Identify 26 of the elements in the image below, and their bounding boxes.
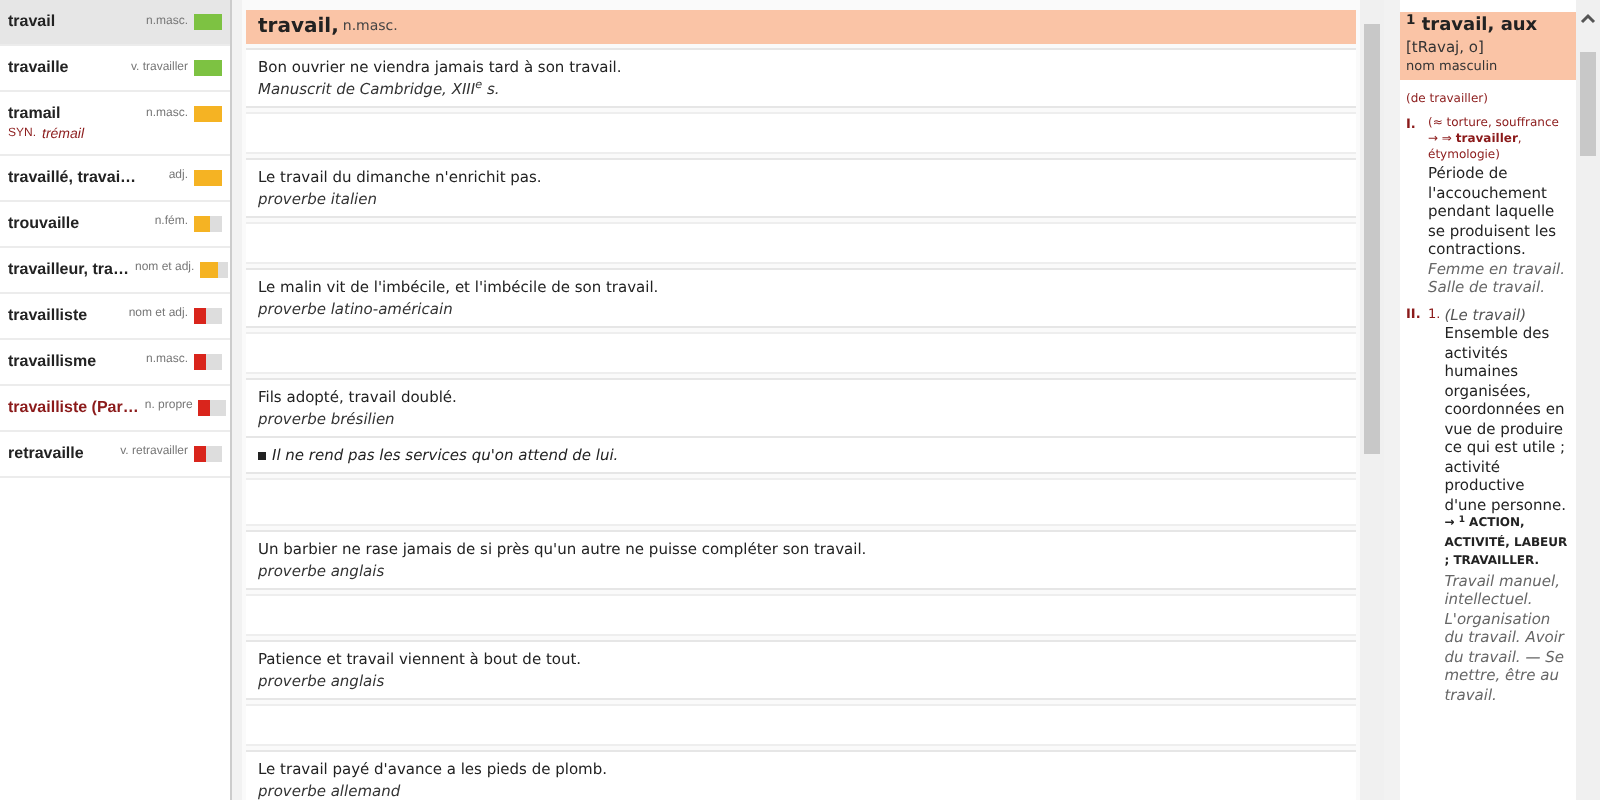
headword: travaillé, travai… — [8, 165, 137, 189]
frequency-meter — [194, 60, 222, 76]
headword: travailliste — [8, 303, 88, 327]
frequency-meter — [198, 399, 227, 415]
headword: $^{1}$ travail, aux — [1406, 16, 1540, 38]
scroll-up-icon[interactable] — [1580, 12, 1596, 24]
frequency-meter — [194, 215, 222, 231]
headword: retravaille — [8, 441, 84, 465]
frequency-meter — [194, 106, 222, 122]
headword: travail, — [258, 14, 339, 42]
frequency-meter — [194, 307, 222, 323]
frequency-meter — [194, 353, 222, 369]
scrollbar-thumb[interactable] — [1580, 52, 1596, 156]
headword: travaillisme — [8, 349, 97, 373]
scrollbar-thumb[interactable] — [1364, 24, 1380, 454]
headword: trouvaille — [8, 211, 80, 235]
headword: tramail — [8, 102, 61, 126]
frequency-meter — [200, 261, 229, 277]
headword: travaille — [8, 56, 69, 80]
frequency-meter — [194, 14, 222, 30]
headword: travail — [8, 10, 56, 34]
frequency-meter — [194, 169, 222, 185]
bullet-icon — [258, 451, 266, 459]
headword: travailleur, tra… — [8, 257, 129, 281]
headword: travailliste (Par… — [8, 395, 139, 419]
frequency-meter — [194, 445, 222, 461]
